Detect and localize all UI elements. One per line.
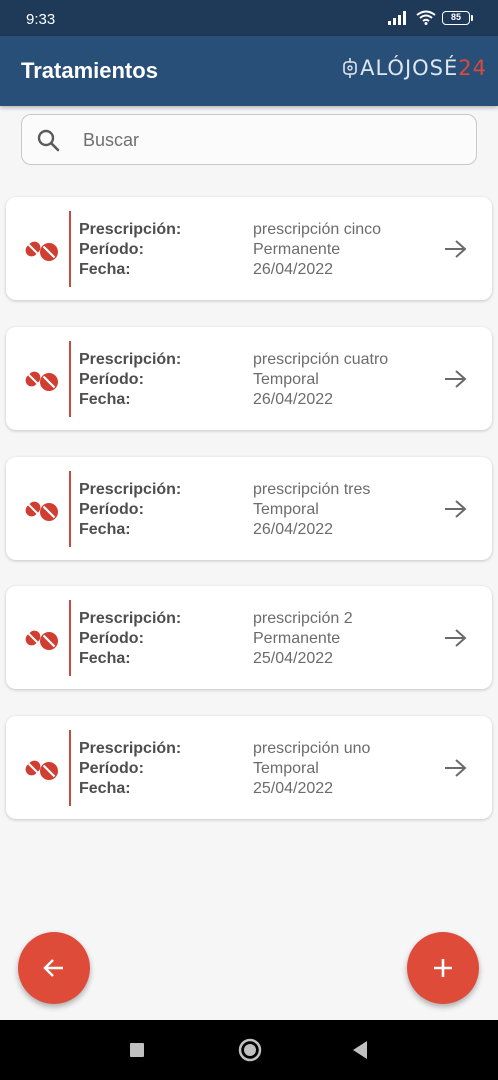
- pills-icon: [25, 241, 58, 261]
- prescription-value: prescripción uno: [253, 740, 371, 757]
- period-value: Permanente: [253, 241, 341, 258]
- arrow-right-icon[interactable]: [443, 758, 469, 778]
- page-title: Tratamientos: [21, 58, 158, 83]
- status-time: 9:33: [26, 11, 56, 28]
- period-label: Período:: [79, 630, 144, 647]
- arrow-left-icon: [43, 959, 63, 977]
- date-value: 26/04/2022: [253, 521, 334, 538]
- arrow-right-icon[interactable]: [443, 369, 469, 389]
- home-button[interactable]: [238, 1038, 262, 1062]
- arrow-right-icon[interactable]: [443, 628, 469, 648]
- app-logo: ALÓJOSÉ24: [342, 56, 487, 80]
- search-icon: [37, 129, 60, 152]
- period-label: Período:: [79, 501, 144, 518]
- status-bar: 9:33 85: [0, 0, 498, 36]
- pills-icon: [25, 371, 58, 391]
- period-label: Período:: [79, 760, 144, 777]
- prescription-label: Prescripción:: [79, 740, 182, 757]
- add-treatment-button[interactable]: [407, 932, 479, 1004]
- treatment-card[interactable]: Prescripción: Período: Fecha: prescripci…: [6, 197, 492, 300]
- period-value: Temporal: [253, 760, 319, 777]
- period-value: Temporal: [253, 371, 319, 388]
- prescription-label: Prescripción:: [79, 221, 182, 238]
- search-box[interactable]: [21, 114, 477, 165]
- prescription-value: prescripción 2: [253, 610, 353, 627]
- logo-name: ALÓJOSÉ: [360, 56, 459, 80]
- search-input[interactable]: [83, 130, 453, 151]
- prescription-value: prescripción cuatro: [253, 351, 389, 368]
- date-label: Fecha:: [79, 261, 131, 278]
- treatment-card[interactable]: Prescripción: Período: Fecha: prescripci…: [6, 457, 492, 560]
- logo-text: ALÓJOSÉ24: [360, 56, 487, 80]
- nav-back-button[interactable]: [353, 1041, 367, 1059]
- card-divider: [69, 600, 71, 676]
- date-label: Fecha:: [79, 391, 131, 408]
- date-label: Fecha:: [79, 780, 131, 797]
- arrow-right-icon[interactable]: [443, 239, 469, 259]
- treatment-card[interactable]: Prescripción: Período: Fecha: prescripci…: [6, 327, 492, 430]
- card-divider: [69, 471, 71, 547]
- status-icons: 85: [388, 10, 473, 25]
- period-value: Temporal: [253, 501, 319, 518]
- card-divider: [69, 730, 71, 806]
- recents-button[interactable]: [130, 1043, 144, 1057]
- date-value: 26/04/2022: [253, 261, 334, 278]
- signal-icon: [388, 10, 406, 25]
- logo-mark-icon: [343, 58, 357, 78]
- prescription-label: Prescripción:: [79, 481, 182, 498]
- card-divider: [69, 211, 71, 287]
- pills-icon: [25, 760, 58, 780]
- prescription-label: Prescripción:: [79, 610, 182, 627]
- logo-number: 24: [458, 56, 487, 80]
- period-value: Permanente: [253, 630, 341, 647]
- treatment-card[interactable]: Prescripción: Período: Fecha: prescripci…: [6, 586, 492, 689]
- arrow-right-icon[interactable]: [443, 499, 469, 519]
- treatment-card[interactable]: Prescripción: Período: Fecha: prescripci…: [6, 716, 492, 819]
- prescription-value: prescripción cinco: [253, 221, 382, 238]
- pills-icon: [25, 630, 58, 650]
- date-label: Fecha:: [79, 521, 131, 538]
- card-divider: [69, 341, 71, 417]
- app-bar: Tratamientos ALÓJOSÉ24: [0, 36, 498, 106]
- plus-icon: [434, 959, 452, 977]
- system-nav-bar: [0, 1020, 498, 1080]
- date-value: 26/04/2022: [253, 391, 334, 408]
- period-label: Período:: [79, 371, 144, 388]
- pills-icon: [25, 501, 58, 521]
- wifi-icon: [416, 10, 436, 25]
- date-value: 25/04/2022: [253, 780, 334, 797]
- date-label: Fecha:: [79, 650, 131, 667]
- battery-icon: 85: [442, 10, 473, 25]
- prescription-value: prescripción tres: [253, 481, 371, 498]
- battery-level: 85: [450, 12, 461, 22]
- prescription-label: Prescripción:: [79, 351, 182, 368]
- period-label: Período:: [79, 241, 144, 258]
- back-button[interactable]: [18, 932, 90, 1004]
- date-value: 25/04/2022: [253, 650, 334, 667]
